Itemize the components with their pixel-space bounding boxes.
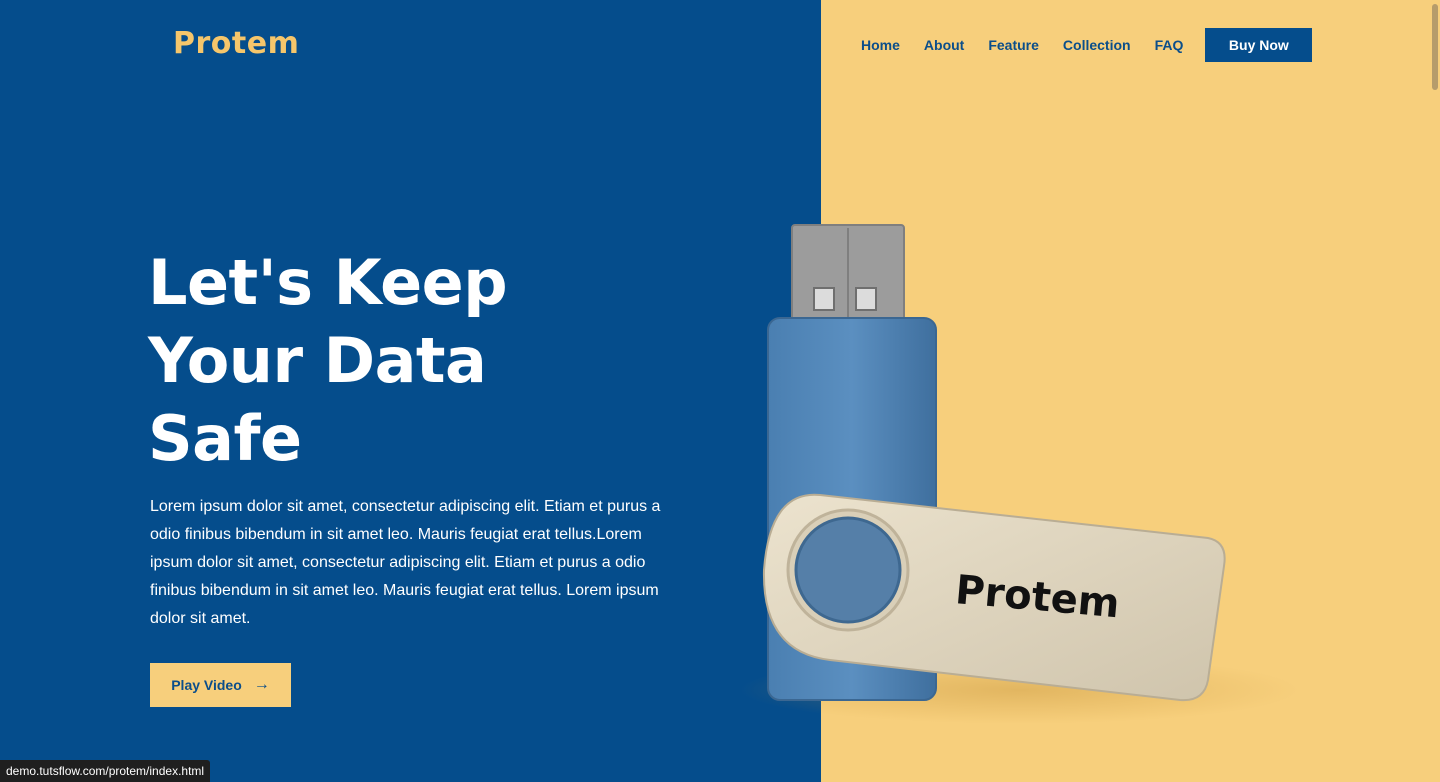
- status-bar-url: demo.tutsflow.com/protem/index.html: [0, 760, 211, 782]
- nav-item-faq[interactable]: FAQ: [1155, 30, 1184, 60]
- hero-title-line-3: Safe: [148, 402, 302, 475]
- usb-drive-image: Protem: [740, 224, 1300, 724]
- nav-item-collection[interactable]: Collection: [1063, 30, 1131, 60]
- arrow-right-icon: →: [253, 676, 270, 693]
- hero-title: Let's Keep Your Data Safe: [148, 244, 668, 478]
- nav-item-about[interactable]: About: [924, 30, 964, 60]
- hero-title-line-1: Let's Keep: [148, 246, 508, 319]
- usb-connector-slot: [855, 287, 877, 311]
- brand-logo[interactable]: Protem: [173, 26, 299, 61]
- main-nav: Home About Feature Collection FAQ Buy No…: [861, 28, 1313, 62]
- scrollbar-thumb[interactable]: [1432, 4, 1438, 90]
- nav-item-feature[interactable]: Feature: [988, 30, 1039, 60]
- usb-cap-hub: [794, 516, 902, 624]
- scrollbar[interactable]: [1430, 0, 1440, 782]
- play-video-label: Play Video: [171, 677, 242, 693]
- play-video-button[interactable]: Play Video →: [150, 663, 291, 707]
- hero-title-line-2: Your Data: [148, 324, 487, 397]
- nav-item-home[interactable]: Home: [861, 30, 900, 60]
- buy-now-button[interactable]: Buy Now: [1205, 28, 1313, 62]
- usb-connector-slot: [813, 287, 835, 311]
- hero-description: Lorem ipsum dolor sit amet, consectetur …: [150, 498, 661, 627]
